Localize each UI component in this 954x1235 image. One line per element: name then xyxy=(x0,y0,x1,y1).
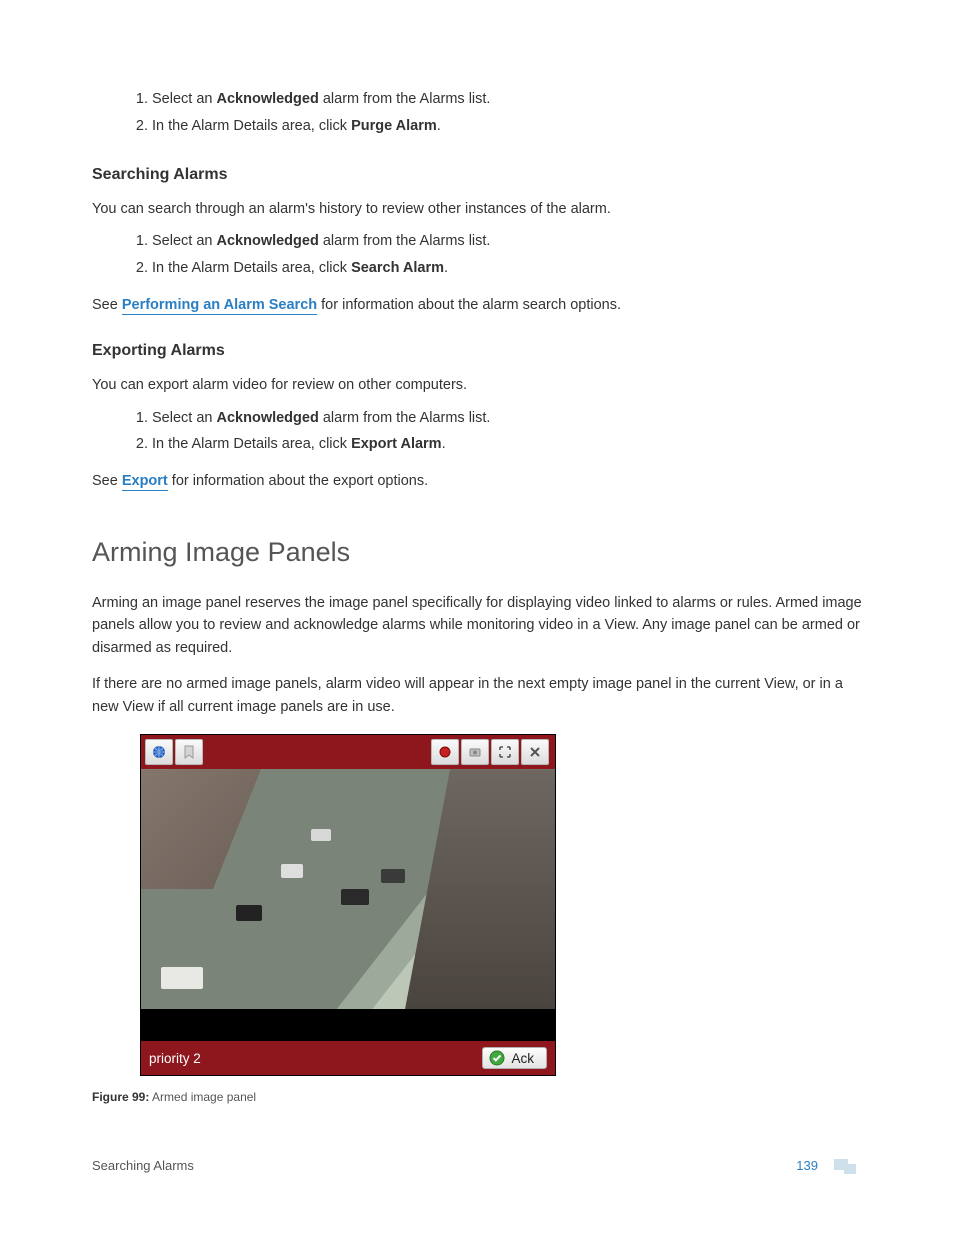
footer-page-number: 139 xyxy=(796,1158,818,1173)
exporting-intro: You can export alarm video for review on… xyxy=(92,374,862,396)
footer-section-title: Searching Alarms xyxy=(92,1158,796,1173)
fullscreen-icon[interactable] xyxy=(491,739,519,765)
panel-status-bar: priority 2 Ack xyxy=(141,1041,555,1075)
panel-priority-label: priority 2 xyxy=(149,1051,482,1066)
armed-image-panel: priority 2 Ack xyxy=(140,734,556,1076)
arming-p1: Arming an image panel reserves the image… xyxy=(92,592,862,659)
panel-black-bar xyxy=(141,1009,555,1041)
searching-step-2: In the Alarm Details area, click Search … xyxy=(152,255,862,282)
heading-arming-image-panels: Arming Image Panels xyxy=(92,537,862,568)
footer-logo-icon xyxy=(834,1159,862,1173)
purge-step-1: Select an Acknowledged alarm from the Al… xyxy=(152,86,862,113)
exporting-see: See Export for information about the exp… xyxy=(92,470,862,492)
purge-steps: Select an Acknowledged alarm from the Al… xyxy=(92,86,862,140)
snapshot-icon[interactable] xyxy=(461,739,489,765)
document-page: Select an Acknowledged alarm from the Al… xyxy=(0,0,954,1104)
searching-intro: You can search through an alarm's histor… xyxy=(92,198,862,220)
close-icon[interactable] xyxy=(521,739,549,765)
figure-caption: Figure 99: Armed image panel xyxy=(92,1090,862,1104)
globe-icon[interactable] xyxy=(145,739,173,765)
record-icon[interactable] xyxy=(431,739,459,765)
searching-steps: Select an Acknowledged alarm from the Al… xyxy=(92,228,862,282)
panel-video-feed xyxy=(141,769,555,1009)
arming-p2: If there are no armed image panels, alar… xyxy=(92,673,862,718)
ack-button-label: Ack xyxy=(511,1051,534,1066)
link-performing-alarm-search[interactable]: Performing an Alarm Search xyxy=(122,297,317,315)
searching-see: See Performing an Alarm Search for infor… xyxy=(92,294,862,316)
link-export[interactable]: Export xyxy=(122,473,168,491)
exporting-step-1: Select an Acknowledged alarm from the Al… xyxy=(152,405,862,432)
bookmark-icon[interactable] xyxy=(175,739,203,765)
heading-searching-alarms: Searching Alarms xyxy=(92,166,862,184)
figure-wrap: priority 2 Ack xyxy=(92,734,862,1076)
purge-step-2: In the Alarm Details area, click Purge A… xyxy=(152,113,862,140)
page-footer: Searching Alarms 139 xyxy=(92,1158,862,1173)
ack-button[interactable]: Ack xyxy=(482,1047,547,1069)
searching-step-1: Select an Acknowledged alarm from the Al… xyxy=(152,228,862,255)
exporting-step-2: In the Alarm Details area, click Export … xyxy=(152,431,862,458)
exporting-steps: Select an Acknowledged alarm from the Al… xyxy=(92,405,862,459)
heading-exporting-alarms: Exporting Alarms xyxy=(92,342,862,360)
panel-toolbar xyxy=(141,735,555,769)
check-circle-icon xyxy=(489,1050,505,1066)
